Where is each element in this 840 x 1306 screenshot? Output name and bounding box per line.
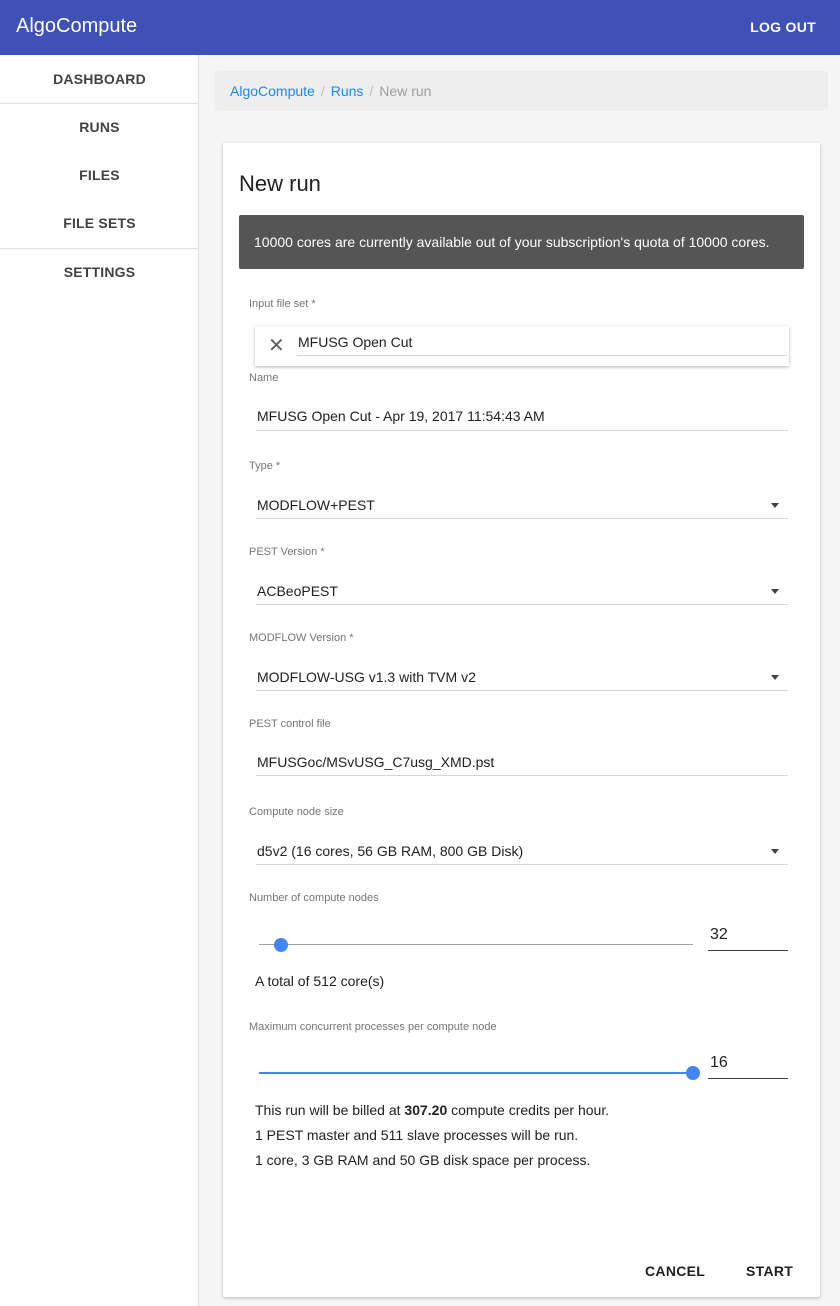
- pest-control-file-underline: [256, 775, 788, 776]
- caret-down-icon[interactable]: [771, 589, 779, 594]
- max-processes-input[interactable]: 16: [708, 1051, 788, 1079]
- breadcrumb-current: New run: [379, 83, 432, 99]
- app-title[interactable]: AlgoCompute: [16, 15, 137, 38]
- modflow-version-label: MODFLOW Version *: [249, 632, 354, 644]
- pest-version-label: PEST Version *: [249, 546, 325, 558]
- pest-control-file-label: PEST control file: [249, 718, 331, 730]
- sidebar-item-files[interactable]: FILES: [0, 151, 199, 199]
- type-underline: [256, 518, 788, 519]
- breadcrumb-separator: /: [369, 83, 374, 99]
- sidebar: DASHBOARD RUNS FILES FILE SETS SETTINGS: [0, 55, 199, 1306]
- pest-version-underline: [256, 604, 788, 605]
- start-button[interactable]: START: [746, 1263, 793, 1279]
- caret-down-icon[interactable]: [771, 675, 779, 680]
- pest-version-select[interactable]: ACBeoPEST: [257, 583, 338, 599]
- breadcrumb-link-runs[interactable]: Runs: [331, 83, 364, 99]
- input-file-set-value: MFUSG Open Cut: [298, 334, 413, 350]
- resources-text: 1 core, 3 GB RAM and 50 GB disk space pe…: [255, 1152, 591, 1168]
- app-bar: AlgoCompute LOG OUT: [0, 0, 840, 55]
- input-file-set-label: Input file set *: [249, 298, 316, 310]
- compute-node-size-label: Compute node size: [249, 806, 344, 818]
- caret-down-icon[interactable]: [771, 503, 779, 508]
- input-underline: [297, 355, 787, 356]
- num-nodes-label: Number of compute nodes: [249, 892, 379, 904]
- quota-banner: 10000 cores are currently available out …: [239, 215, 804, 269]
- num-nodes-input[interactable]: 32: [708, 923, 788, 951]
- max-processes-label: Maximum concurrent processes per compute…: [249, 1021, 497, 1033]
- type-select[interactable]: MODFLOW+PEST: [257, 497, 375, 513]
- sidebar-item-runs[interactable]: RUNS: [0, 103, 199, 151]
- input-file-set-field[interactable]: ✕ MFUSG Open Cut: [255, 326, 789, 366]
- name-label: Name: [249, 372, 279, 384]
- max-processes-slider-track[interactable]: [259, 1072, 693, 1074]
- page-title: New run: [239, 171, 321, 196]
- breadcrumb: AlgoCompute / Runs / New run: [215, 71, 828, 111]
- cancel-button[interactable]: CANCEL: [645, 1263, 705, 1279]
- caret-down-icon[interactable]: [771, 849, 779, 854]
- billing-amount: 307.20: [404, 1102, 448, 1118]
- compute-node-size-select[interactable]: d5v2 (16 cores, 56 GB RAM, 800 GB Disk): [257, 843, 523, 859]
- compute-node-size-underline: [256, 864, 788, 865]
- logout-button[interactable]: LOG OUT: [750, 19, 816, 35]
- modflow-version-select[interactable]: MODFLOW-USG v1.3 with TVM v2: [257, 669, 476, 685]
- billing-text: This run will be billed at 307.20 comput…: [255, 1102, 609, 1118]
- close-icon[interactable]: ✕: [268, 334, 285, 358]
- num-nodes-slider-track[interactable]: [259, 944, 693, 945]
- sidebar-item-dashboard[interactable]: DASHBOARD: [0, 55, 199, 103]
- pest-control-file-input[interactable]: MFUSGoc/MSvUSG_C7usg_XMD.pst: [257, 754, 494, 770]
- billing-suffix: compute credits per hour.: [447, 1102, 610, 1118]
- new-run-card: New run 10000 cores are currently availa…: [223, 143, 820, 1297]
- sidebar-item-settings[interactable]: SETTINGS: [0, 248, 199, 296]
- modflow-version-underline: [256, 690, 788, 691]
- billing-prefix: This run will be billed at: [255, 1102, 405, 1118]
- breadcrumb-separator: /: [320, 83, 325, 99]
- sidebar-item-file-sets[interactable]: FILE SETS: [0, 199, 199, 247]
- breadcrumb-link-home[interactable]: AlgoCompute: [230, 83, 315, 99]
- num-nodes-slider-thumb[interactable]: [273, 938, 288, 952]
- processes-text: 1 PEST master and 511 slave processes wi…: [255, 1127, 579, 1143]
- name-underline: [256, 430, 788, 431]
- total-cores-text: A total of 512 core(s): [255, 973, 385, 989]
- type-label: Type *: [249, 460, 281, 472]
- name-input[interactable]: MFUSG Open Cut - Apr 19, 2017 11:54:43 A…: [257, 408, 545, 424]
- max-processes-slider-thumb[interactable]: [686, 1066, 700, 1080]
